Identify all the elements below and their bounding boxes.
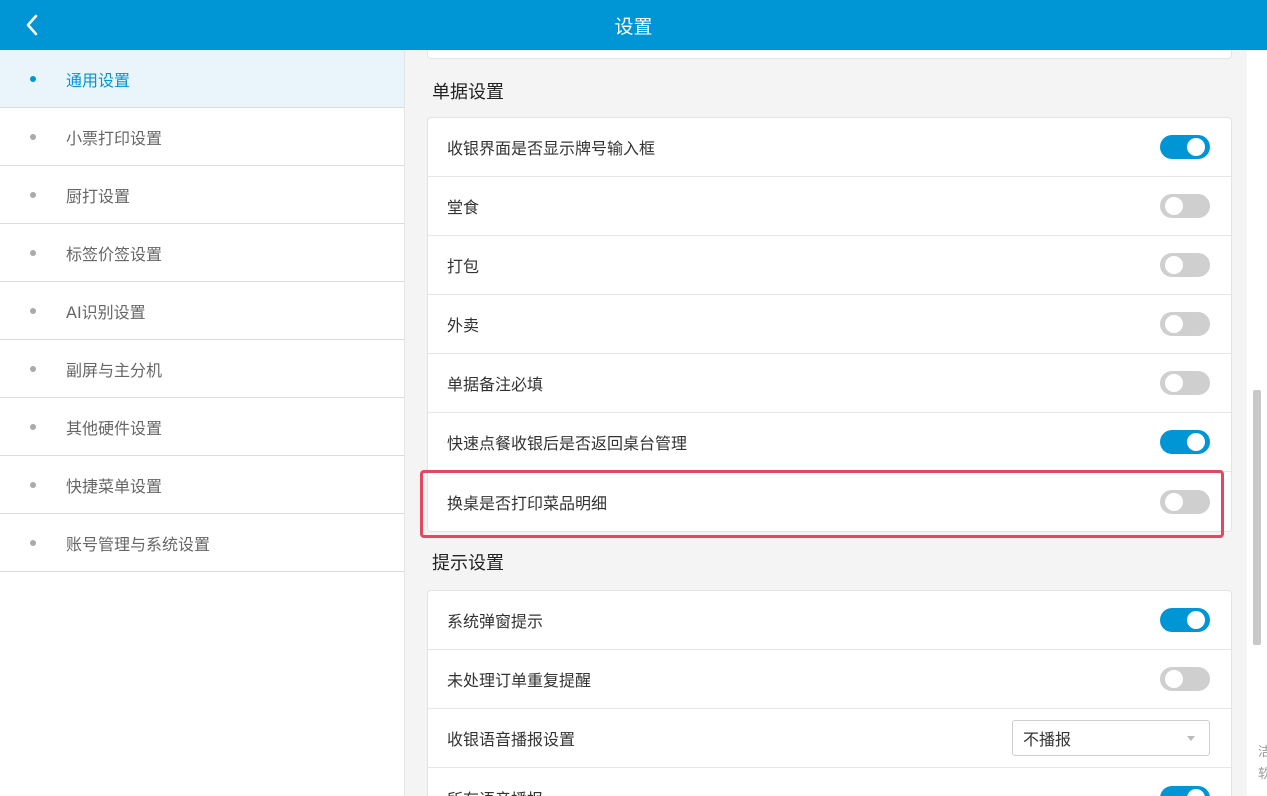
prompt-settings-card: 系统弹窗提示 未处理订单重复提醒 收银语音播报设置 不播报 所有语音播报 (427, 590, 1232, 796)
top-bar: 设置 (0, 0, 1267, 50)
scrollbar-thumb[interactable] (1253, 390, 1261, 645)
setting-row-print-dish-detail-on-table-change: 换桌是否打印菜品明细 (428, 472, 1231, 531)
setting-label: 单据备注必填 (447, 375, 544, 394)
toggle-switch[interactable] (1160, 430, 1210, 454)
select-value: 不播报 (1023, 730, 1072, 749)
setting-label: 堂食 (447, 198, 480, 217)
voice-broadcast-select[interactable]: 不播报 (1012, 720, 1210, 756)
sidebar-item-kitchen-print[interactable]: 厨打设置 (0, 166, 404, 224)
toggle-switch[interactable] (1160, 608, 1210, 632)
toggle-knob (1165, 374, 1183, 392)
chevron-left-icon (26, 14, 38, 36)
setting-row-dine-in: 堂食 (428, 177, 1231, 236)
toggle-switch[interactable] (1160, 253, 1210, 277)
sidebar-item-label: 通用设置 (66, 70, 131, 90)
bullet-icon (30, 249, 36, 256)
setting-row-takeaway-pack: 打包 (428, 236, 1231, 295)
sidebar-item-label: 账号管理与系统设置 (66, 534, 211, 554)
sidebar-item-ai-recognition[interactable]: AI识别设置 (0, 282, 404, 340)
toggle-knob (1165, 197, 1183, 215)
toggle-knob (1165, 315, 1183, 333)
setting-row-delivery: 外卖 (428, 295, 1231, 354)
setting-row-return-table-management: 快速点餐收银后是否返回桌台管理 (428, 413, 1231, 472)
sidebar-item-general[interactable]: 通用设置 (0, 50, 404, 108)
bullet-icon (30, 481, 36, 488)
back-button[interactable] (14, 8, 50, 42)
setting-row-system-popup: 系统弹窗提示 (428, 591, 1231, 650)
setting-row-note-required: 单据备注必填 (428, 354, 1231, 413)
setting-label: 外卖 (447, 316, 480, 335)
setting-row-show-plate-input: 收银界面是否显示牌号输入框 (428, 118, 1231, 177)
sidebar-item-label: 其他硬件设置 (66, 418, 163, 438)
sidebar-item-other-hardware[interactable]: 其他硬件设置 (0, 398, 404, 456)
setting-row-all-voice-broadcast: 所有语音播报 (428, 768, 1231, 796)
toggle-switch[interactable] (1160, 135, 1210, 159)
setting-label: 系统弹窗提示 (447, 612, 544, 631)
bullet-icon (30, 191, 36, 198)
toggle-knob (1165, 670, 1183, 688)
sidebar-item-shortcut-menu[interactable]: 快捷菜单设置 (0, 456, 404, 514)
section-title-prompt: 提示设置 (432, 553, 504, 574)
setting-label: 换桌是否打印菜品明细 (447, 493, 608, 513)
bullet-icon (30, 539, 36, 546)
toggle-knob (1165, 256, 1183, 274)
sidebar-item-label: 快捷菜单设置 (66, 476, 163, 496)
previous-card-edge (427, 50, 1232, 59)
toggle-knob (1187, 138, 1205, 156)
section-title-bill: 单据设置 (432, 82, 504, 103)
edge-text: 洁软 (1258, 745, 1267, 782)
page-title: 设置 (614, 16, 653, 38)
sidebar-item-label: 副屏与主分机 (66, 360, 163, 380)
toggle-switch[interactable] (1160, 371, 1210, 395)
sidebar-item-secondary-screen[interactable]: 副屏与主分机 (0, 340, 404, 398)
sidebar-item-label: AI识别设置 (66, 302, 146, 322)
bullet-icon (30, 307, 36, 314)
sidebar-item-label: 标签价签设置 (66, 244, 163, 264)
toggle-switch[interactable] (1160, 312, 1210, 336)
setting-row-unhandled-order-reminder: 未处理订单重复提醒 (428, 650, 1231, 709)
bill-settings-card: 收银界面是否显示牌号输入框 堂食 打包 外卖 单据备注必填 快速点餐收银后是否返… (427, 117, 1232, 532)
bullet-icon (30, 365, 36, 372)
setting-label: 所有语音播报 (447, 786, 543, 796)
toggle-knob (1187, 611, 1205, 629)
sidebar: 通用设置 小票打印设置 厨打设置 标签价签设置 AI识别设置 副屏与主分机 其他… (0, 50, 405, 796)
toggle-switch[interactable] (1160, 785, 1210, 796)
bullet-icon (30, 133, 36, 140)
bullet-icon (30, 423, 36, 430)
toggle-knob (1187, 788, 1205, 796)
sidebar-item-receipt-print[interactable]: 小票打印设置 (0, 108, 404, 166)
sidebar-item-label: 厨打设置 (66, 186, 131, 206)
toggle-switch[interactable] (1160, 667, 1210, 691)
sidebar-item-account-system[interactable]: 账号管理与系统设置 (0, 514, 404, 572)
bullet-icon (30, 75, 36, 82)
toggle-switch[interactable] (1160, 489, 1210, 514)
setting-label: 快速点餐收银后是否返回桌台管理 (447, 434, 688, 453)
setting-row-voice-broadcast: 收银语音播报设置 不播报 (428, 709, 1231, 768)
setting-label: 收银语音播报设置 (447, 730, 576, 749)
settings-content: 单据设置 收银界面是否显示牌号输入框 堂食 打包 外卖 单据备注必填 快速点餐收… (406, 50, 1246, 796)
setting-label: 打包 (447, 257, 480, 276)
toggle-knob (1187, 433, 1205, 451)
sidebar-item-label-price[interactable]: 标签价签设置 (0, 224, 404, 282)
setting-label: 未处理订单重复提醒 (447, 671, 592, 690)
toggle-switch[interactable] (1160, 194, 1210, 218)
caret-down-icon (1187, 735, 1195, 741)
sidebar-item-label: 小票打印设置 (66, 128, 163, 148)
toggle-knob (1165, 492, 1183, 511)
setting-label: 收银界面是否显示牌号输入框 (447, 139, 656, 158)
